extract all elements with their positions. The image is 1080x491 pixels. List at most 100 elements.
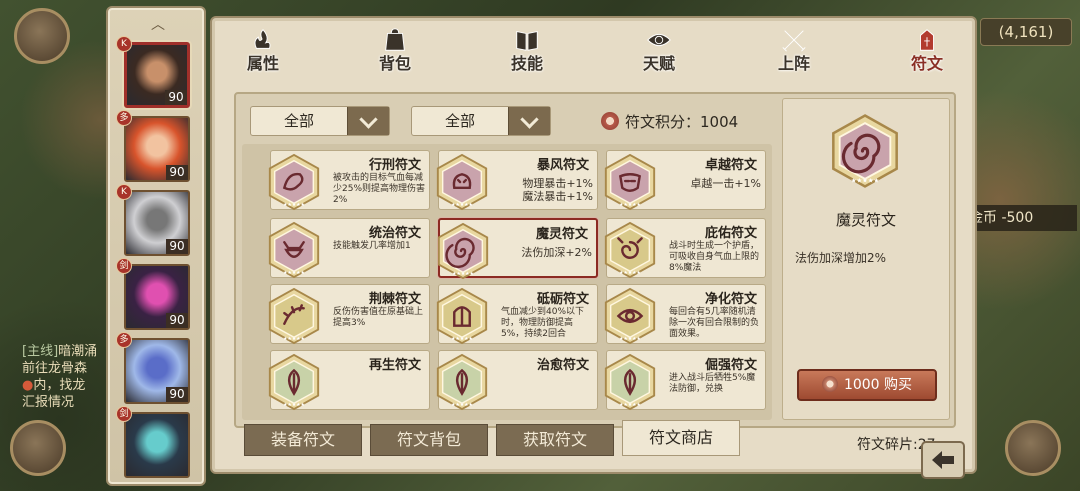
- tab-label: 技能: [510, 54, 543, 73]
- rune-card[interactable]: ★★★★★ 暴风符文 物理暴击+1% 魔法暴击+1%: [436, 150, 598, 211]
- svg-text:★★★★★: ★★★★★: [619, 270, 641, 276]
- rune-name: 行刑符文: [368, 158, 421, 173]
- rune-detail-name: 魔灵符文: [835, 211, 896, 229]
- rune-name: 治愈符文: [536, 358, 589, 373]
- tab-label: 背包: [378, 54, 411, 73]
- chevron-down-icon[interactable]: [347, 107, 389, 135]
- rune-name: 卓越符文: [704, 158, 757, 173]
- quest-tracker[interactable]: [主线]暗潮涌 前往龙骨森 ●内，找龙 汇报情况: [22, 343, 112, 411]
- tab-6[interactable]: 符文: [882, 24, 972, 82]
- gold-change-text: 金币 -500: [969, 210, 1034, 226]
- rune-card[interactable]: ★★★★★ 魔灵符文法伤加深+2%: [437, 218, 598, 280]
- svg-text:★★★★★: ★★★★★: [451, 402, 473, 408]
- filter-dropdown-2[interactable]: 全部: [411, 106, 551, 136]
- hero-class-badge: 剑: [116, 406, 132, 422]
- rune-desc: 气血减少到40%以下时，物理防御提高5%，持续2回合: [501, 307, 585, 339]
- rune-name: 统治符文: [368, 226, 421, 241]
- buy-label: 1000 购买: [843, 377, 913, 393]
- rune-name: 魔灵符文: [535, 227, 588, 242]
- rune-icon: ★★★★★: [604, 221, 656, 279]
- rune-card[interactable]: ★★★★★ 统治符文 技能触发几率增加1: [268, 218, 430, 279]
- hero-class-badge: 剑: [116, 258, 132, 274]
- hero-class-badge: K: [116, 184, 132, 200]
- hero-level: 90: [166, 313, 188, 328]
- rune-desc: 每回合有5几率随机清除一次有回合限制的负面效果。: [669, 307, 760, 339]
- rune-desc: 技能触发几率增加1: [333, 241, 411, 251]
- hero-level: 90: [166, 165, 188, 180]
- rune-desc: 卓越一击+1%: [690, 177, 761, 190]
- rune-icon: ★★★★★: [437, 222, 489, 280]
- rune-icon: ★★★★★: [604, 287, 656, 345]
- scroll-up-icon[interactable]: ︿: [148, 18, 168, 32]
- rune-icon: ★★★★★: [268, 353, 320, 411]
- rune-icon: ★★★★★: [436, 153, 488, 211]
- hero-card[interactable]: [124, 412, 190, 478]
- bottom-tab-4[interactable]: 符文商店: [622, 420, 740, 456]
- filter-dropdown-1[interactable]: 全部: [250, 106, 390, 136]
- player-avatar[interactable]: [14, 8, 70, 64]
- svg-text:★★★★★: ★★★★★: [451, 336, 473, 342]
- hero-card[interactable]: 90: [124, 42, 190, 108]
- svg-text:★★★★★: ★★★★★: [452, 271, 474, 277]
- bottom-tab-3[interactable]: 获取符文: [496, 424, 614, 456]
- return-icon[interactable]: [920, 440, 966, 480]
- tab-4[interactable]: 天赋: [614, 24, 704, 82]
- buy-button[interactable]: 1000 购买: [797, 369, 937, 401]
- rune-desc: 进入战斗后牺牲5%魔法防御，兑换: [669, 373, 756, 394]
- tab-2[interactable]: 背包: [350, 24, 440, 82]
- rune-desc: 法伤加深+2%: [521, 246, 592, 259]
- rune-card[interactable]: ★★★★★ 卓越符文卓越一击+1%: [604, 150, 766, 211]
- rune-name: 再生符文: [368, 358, 421, 373]
- tab-label: 符文: [910, 54, 943, 73]
- rune-card[interactable]: ★★★★★ 庇佑符文 战斗时生成一个护盾，可吸收自身气血上限的8%魔法: [604, 218, 766, 279]
- chevron-down-icon[interactable]: [508, 107, 550, 135]
- bottom-tab-1[interactable]: 装备符文: [244, 424, 362, 456]
- rune-card[interactable]: ★★★★★ 荆棘符文 反伤伤害值在原基础上提高3%: [268, 284, 430, 345]
- rune-icon: ★★★★★: [268, 221, 320, 279]
- left-skill-icon[interactable]: [10, 420, 66, 476]
- filter-value: 全部: [444, 112, 475, 130]
- rune-card[interactable]: ★★★★★ 行刑符文 被攻击的目标气血每减少25%则提高物理伤害2%: [268, 150, 430, 211]
- rune-icon: ★★★★★: [436, 287, 488, 345]
- rune-icon: ★★★★★: [268, 153, 320, 211]
- rune-icon: ★★★★★: [436, 353, 488, 411]
- hero-card[interactable]: 90: [124, 190, 190, 256]
- quest-title: 暗潮涌: [58, 344, 98, 359]
- rune-content: 全部 全部 符文积分：1004 ★★★★★ 行刑符文 被攻击的目标气血每减少25%则…: [234, 92, 956, 428]
- rune-icon: ★★★★★: [604, 153, 656, 211]
- rune-desc: 战斗时生成一个护盾，可吸收自身气血上限的8%魔法: [669, 241, 760, 273]
- rune-card[interactable]: ★★★★★ 砥砺符文 气血减少到40%以下时，物理防御提高5%，持续2回合: [436, 284, 598, 345]
- hero-list[interactable]: ︿ ﹀ 90K90多90K90剑90多剑: [106, 6, 206, 486]
- filter-value: 全部: [283, 112, 314, 130]
- tab-1[interactable]: 属性: [218, 24, 308, 82]
- rune-detail-desc: 法伤加深增加2%: [795, 251, 887, 265]
- rune-card[interactable]: ★★★★★ 再生符文: [268, 350, 430, 411]
- svg-text:★★★★★: ★★★★★: [451, 202, 473, 208]
- hero-class-badge: K: [116, 36, 132, 52]
- tab-3[interactable]: 技能: [482, 24, 572, 82]
- rune-card[interactable]: ★★★★★ 倔强符文 进入战斗后牺牲5%魔法防御，兑换: [604, 350, 766, 411]
- hero-level: 90: [166, 387, 188, 402]
- rune-grid[interactable]: ★★★★★ 行刑符文 被攻击的目标气血每减少25%则提高物理伤害2% ★★★★★ 暴风符…: [242, 144, 772, 420]
- hero-card[interactable]: 90: [124, 338, 190, 404]
- bottom-tab-2[interactable]: 符文背包: [370, 424, 488, 456]
- right-menu-icon[interactable]: [1005, 420, 1061, 476]
- quest-line: 内，找龙: [33, 378, 86, 393]
- hero-card[interactable]: 90: [124, 116, 190, 182]
- rune-card[interactable]: ★★★★★ 净化符文 每回合有5几率随机清除一次有回合限制的负面效果。: [604, 284, 766, 345]
- rune-name: 净化符文: [704, 292, 757, 307]
- rune-name: 砥砺符文: [536, 292, 589, 307]
- rune-name: 荆棘符文: [368, 292, 421, 307]
- rune-points-label: 符文积分：1004: [625, 113, 739, 131]
- hero-card[interactable]: 90: [124, 264, 190, 330]
- rune-icon: ★★★★★: [268, 287, 320, 345]
- hero-level: 90: [165, 90, 187, 105]
- tab-5[interactable]: 上阵: [749, 24, 839, 82]
- rune-card[interactable]: ★★★★★ 治愈符文: [436, 350, 598, 411]
- rune-detail: ★★★★★ 魔灵符文 法伤加深增加2% 1000 购买: [782, 98, 950, 420]
- rune-detail-icon: ★★★★★: [832, 114, 898, 188]
- quest-tag: [主线]: [22, 344, 59, 359]
- quest-marker: ●: [22, 378, 34, 393]
- hero-class-badge: 多: [116, 110, 132, 126]
- rune-name: 暴风符文: [536, 158, 589, 173]
